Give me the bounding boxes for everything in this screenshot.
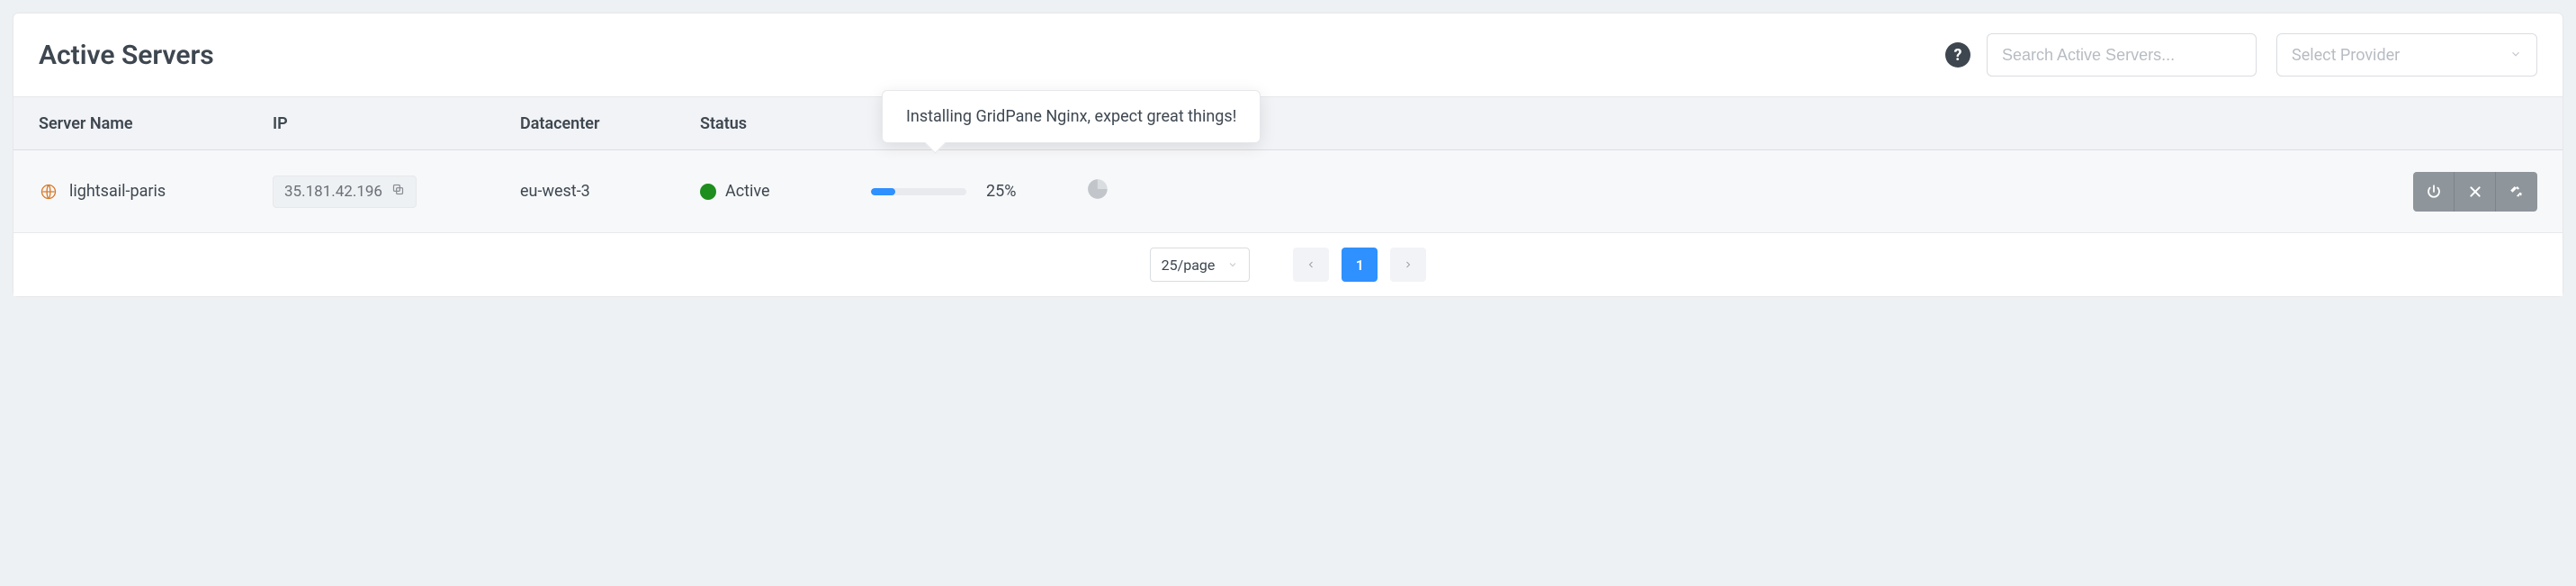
col-header-status: Status xyxy=(700,114,871,133)
ip-value: 35.181.42.196 xyxy=(284,183,382,201)
page-size-select[interactable]: 25/page xyxy=(1150,248,1251,282)
card-header: Active Servers ? Select Provider xyxy=(13,14,2563,96)
page-size-label: 25/page xyxy=(1162,257,1216,274)
ip-chip[interactable]: 35.181.42.196 xyxy=(273,176,417,208)
col-header-server: Server Name xyxy=(39,114,273,133)
pager: 1 xyxy=(1293,248,1426,282)
server-name[interactable]: lightsail-paris xyxy=(69,182,166,201)
progress-fill xyxy=(871,188,895,195)
status-label: Active xyxy=(725,182,770,201)
pie-chart-icon[interactable] xyxy=(1087,177,1110,205)
table-header-row: Server Name IP Datacenter Status Install… xyxy=(13,96,2563,150)
active-servers-card: Active Servers ? Select Provider Server … xyxy=(13,13,2563,297)
table-footer: 25/page 1 xyxy=(13,233,2563,296)
pager-next[interactable] xyxy=(1390,248,1426,282)
provider-select[interactable]: Select Provider xyxy=(2276,33,2537,77)
chevron-down-icon xyxy=(1227,257,1238,274)
lightsail-icon xyxy=(39,182,58,202)
table-row: lightsail-paris 35.181.42.196 eu-west-3 … xyxy=(13,150,2563,233)
progress-tooltip: Installing GridPane Nginx, expect great … xyxy=(882,90,1261,143)
power-button[interactable] xyxy=(2413,172,2455,212)
col-header-ip: IP xyxy=(273,114,520,133)
copy-icon[interactable] xyxy=(391,183,405,201)
pager-prev[interactable] xyxy=(1293,248,1329,282)
chevron-down-icon xyxy=(2509,46,2522,65)
provider-select-label: Select Provider xyxy=(2292,46,2400,65)
search-input[interactable] xyxy=(1987,33,2257,77)
progress-bar xyxy=(871,188,966,195)
settings-button[interactable] xyxy=(2496,172,2537,212)
page-title: Active Servers xyxy=(39,40,1945,71)
pager-page-1[interactable]: 1 xyxy=(1342,248,1378,282)
delete-button[interactable] xyxy=(2455,172,2496,212)
help-icon[interactable]: ? xyxy=(1945,42,1970,68)
status-dot-icon xyxy=(700,184,716,200)
progress-percent: 25% xyxy=(986,182,1016,201)
datacenter-value: eu-west-3 xyxy=(520,182,700,201)
col-header-datacenter: Datacenter xyxy=(520,114,700,133)
